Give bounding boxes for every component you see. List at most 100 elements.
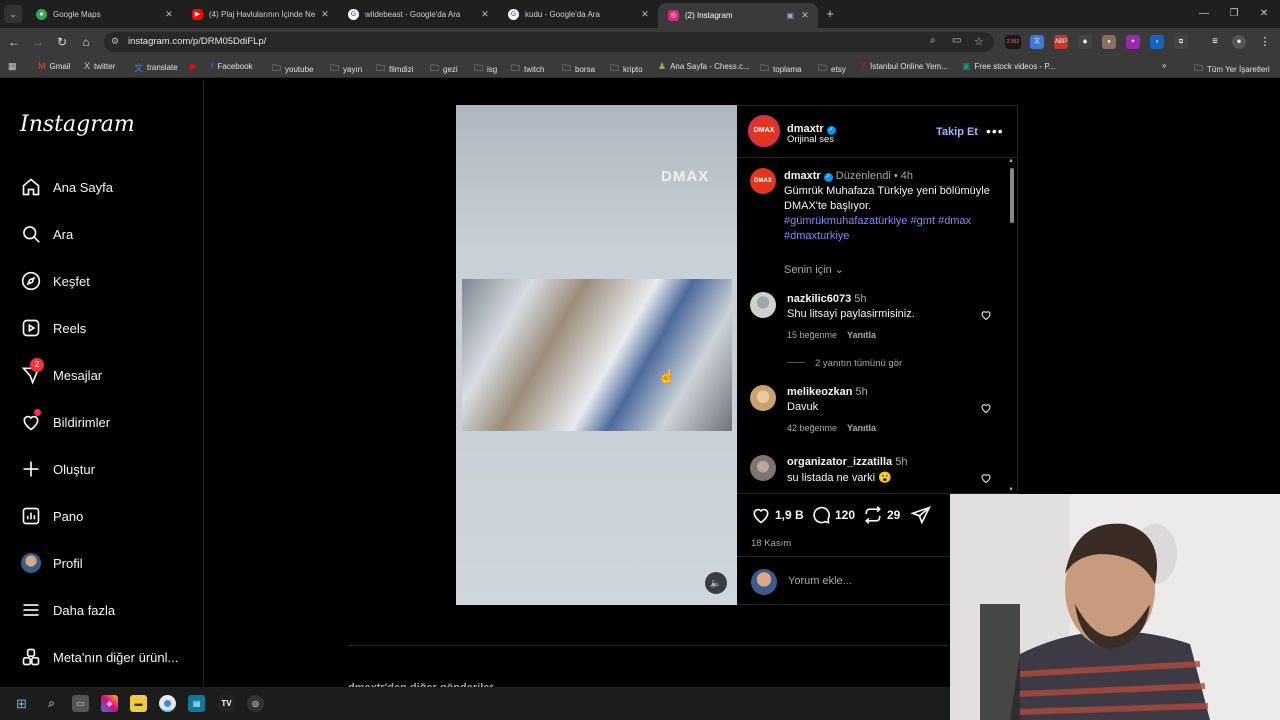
forward-icon[interactable]: → xyxy=(30,34,46,50)
comment-like-icon[interactable] xyxy=(980,309,992,321)
windows-start-icon[interactable]: ⊞ xyxy=(13,695,30,712)
sidebar-item-messages[interactable]: 2 Mesajlar xyxy=(20,358,102,386)
bookmark-yemeksepeti[interactable]: Y İstanbul Online Yem... xyxy=(860,61,948,71)
extension-icon[interactable]: ◆ xyxy=(1078,35,1092,49)
taskbar-search-icon[interactable]: ⌕ xyxy=(43,695,60,712)
comment-avatar[interactable] xyxy=(750,455,776,481)
close-icon[interactable]: ✕ xyxy=(162,9,176,20)
view-replies-button[interactable]: 2 yanıtın tümünü gör xyxy=(787,358,902,369)
bookmark-folder-twitch[interactable]: 🗀 twitch xyxy=(511,61,544,77)
apps-grid-icon[interactable]: ▦ xyxy=(8,61,21,72)
bookmarks-overflow-icon[interactable]: » xyxy=(1162,61,1166,70)
bookmark-folder-yayin[interactable]: 🗀 yayın xyxy=(330,61,362,77)
like-button[interactable]: 1,9 B xyxy=(751,505,804,525)
like-count[interactable]: 1,9 B xyxy=(775,508,804,522)
sidebar-item-notifications[interactable]: Bildirimler xyxy=(20,409,110,433)
dmax-avatar[interactable]: DMAX xyxy=(748,115,780,147)
back-icon[interactable]: ← xyxy=(6,34,22,50)
follow-button[interactable]: Takip Et xyxy=(936,126,978,138)
sidebar-item-search[interactable]: Ara xyxy=(20,223,73,245)
app-icon[interactable]: ◎ xyxy=(247,695,264,712)
bookmark-chess[interactable]: ♟ Ana Sayfa - Chess.c... xyxy=(658,61,750,72)
bookmark-folder-kripto[interactable]: 🗀 kripto xyxy=(610,61,643,77)
close-icon[interactable]: ✕ xyxy=(798,10,812,21)
bookmark-folder-filmdizi[interactable]: 🗀 filmdizi xyxy=(376,61,413,77)
bookmark-folder-borsa[interactable]: 🗀 borsa xyxy=(562,61,595,77)
all-bookmarks-folder[interactable]: 🗀 Tüm Yer İşaretleri xyxy=(1194,61,1270,77)
comment-avatar[interactable] xyxy=(750,385,776,411)
tab-media-icon[interactable]: ▣ xyxy=(786,11,794,20)
reply-button[interactable]: Yanıtla xyxy=(847,330,876,340)
more-options-icon[interactable]: ••• xyxy=(986,123,1004,139)
sidebar-item-create[interactable]: Oluştur xyxy=(20,458,95,480)
scroll-thumb[interactable] xyxy=(1010,168,1014,223)
minimize-icon[interactable]: — xyxy=(1196,6,1212,22)
comment-author[interactable]: melikeozkan 5h xyxy=(787,386,868,398)
sidebar-item-explore[interactable]: Keşfet xyxy=(20,270,90,292)
tab-google-maps[interactable]: ● Google Maps ✕ xyxy=(26,0,182,28)
comments-scrollbar[interactable]: ▲ ▼ xyxy=(1007,158,1016,493)
site-info-icon[interactable]: ⚙ xyxy=(111,36,119,47)
tab-google-kudu[interactable]: G kudu - Google'da Ara ✕ xyxy=(498,0,658,28)
bookmark-youtube[interactable]: ▶ xyxy=(190,61,201,72)
bookmark-folder-gezi[interactable]: 🗀 gezi xyxy=(430,61,458,77)
extension-icon[interactable]: ● xyxy=(1102,35,1116,49)
close-icon[interactable]: ✕ xyxy=(478,9,492,20)
copilot-icon[interactable]: ◈ xyxy=(101,695,118,712)
bookmark-twitter[interactable]: Xtwitter xyxy=(84,61,115,71)
tab-search-icon[interactable]: ⌄ xyxy=(4,5,22,23)
audio-label[interactable]: Orijinal ses xyxy=(787,134,834,145)
bookmark-folder-toplama[interactable]: 🗀 toplama xyxy=(760,61,801,77)
bookmark-folder-etsy[interactable]: 🗀 etsy xyxy=(818,61,846,77)
home-icon[interactable]: ⌂ xyxy=(78,34,94,50)
store-icon[interactable]: ▤ xyxy=(188,695,205,712)
chrome-icon[interactable] xyxy=(159,695,176,712)
comment-author[interactable]: organizator_izzatilla 5h xyxy=(787,456,907,468)
adblock-extension-icon[interactable]: ABP xyxy=(1054,35,1068,49)
comment-likes[interactable]: 42 beğenme xyxy=(787,423,837,433)
task-view-icon[interactable]: ▭ xyxy=(72,695,89,712)
sidebar-item-home[interactable]: Ana Sayfa xyxy=(20,176,113,198)
cast-icon[interactable]: ▭ xyxy=(952,35,961,46)
comment-likes[interactable]: 15 beğenme xyxy=(787,330,837,340)
reload-icon[interactable]: ↻ xyxy=(54,34,70,50)
bookmark-pexels[interactable]: ▣ Free stock videos - P... xyxy=(962,61,1055,72)
caption-avatar[interactable]: DMAX xyxy=(750,168,776,194)
comment-sort-dropdown[interactable]: Senin için ⌄ xyxy=(784,263,844,276)
repost-button[interactable]: 29 xyxy=(863,505,900,525)
bookmark-star-icon[interactable]: ☆ xyxy=(974,35,984,48)
share-button[interactable] xyxy=(911,505,931,525)
url-text[interactable]: instagram.com/p/DRM05DdiFLp/ xyxy=(128,36,266,47)
close-icon[interactable]: ✕ xyxy=(318,9,332,20)
post-video[interactable]: DMAX ☝ 🔈 xyxy=(456,105,737,605)
comment-author[interactable]: nazkilic6073 5h xyxy=(787,293,867,305)
extension-badge[interactable]: 2.952 xyxy=(1005,35,1021,49)
bookmark-facebook[interactable]: f Facebook xyxy=(211,61,253,71)
restore-icon[interactable]: ❐ xyxy=(1226,6,1242,22)
sidebar-item-more[interactable]: Daha fazla xyxy=(20,599,115,621)
close-icon[interactable]: ✕ xyxy=(638,9,652,20)
comment-avatar[interactable] xyxy=(750,292,776,318)
tab-youtube[interactable]: ▶ (4) Plaj Havlularının İçinde Ne S ✕ xyxy=(182,0,338,28)
bookmark-folder-youtube[interactable]: 🗀 youtube xyxy=(272,61,313,77)
extension-icon[interactable]: ◗ xyxy=(1150,35,1164,49)
sound-toggle-icon[interactable]: 🔈 xyxy=(705,572,727,594)
media-controls-icon[interactable]: ≡ xyxy=(1208,35,1222,49)
post-date[interactable]: 18 Kasım xyxy=(751,538,791,549)
sidebar-item-meta-apps[interactable]: Meta'nın diğer ürünl... xyxy=(20,646,178,668)
new-tab-button[interactable]: + xyxy=(822,6,838,22)
translate-extension-icon[interactable]: 文 xyxy=(1030,35,1044,49)
browser-menu-icon[interactable]: ⋮ xyxy=(1258,35,1272,49)
bookmark-folder-isg[interactable]: 🗀 isg xyxy=(474,61,497,77)
instagram-logo[interactable]: Instagram xyxy=(20,112,135,137)
tab-instagram[interactable]: ◎ (2) Instagram ▣ ✕ xyxy=(658,3,818,28)
comment-like-icon[interactable] xyxy=(980,472,992,484)
zoom-icon[interactable]: ⌕ xyxy=(930,35,936,46)
file-explorer-icon[interactable]: ▬ xyxy=(130,695,147,712)
sidebar-item-profile[interactable]: Profil xyxy=(20,552,83,574)
sidebar-item-dashboard[interactable]: Pano xyxy=(20,505,83,527)
url-bar[interactable]: ⚙ instagram.com/p/DRM05DdiFLp/ ⌕ ▭ ☆ xyxy=(104,32,994,52)
tab-google-wildebeast[interactable]: G wildebeast - Google'da Ara ✕ xyxy=(338,0,498,28)
comment-like-icon[interactable] xyxy=(980,402,992,414)
add-comment-input[interactable]: Yorum ekle... xyxy=(788,575,852,587)
